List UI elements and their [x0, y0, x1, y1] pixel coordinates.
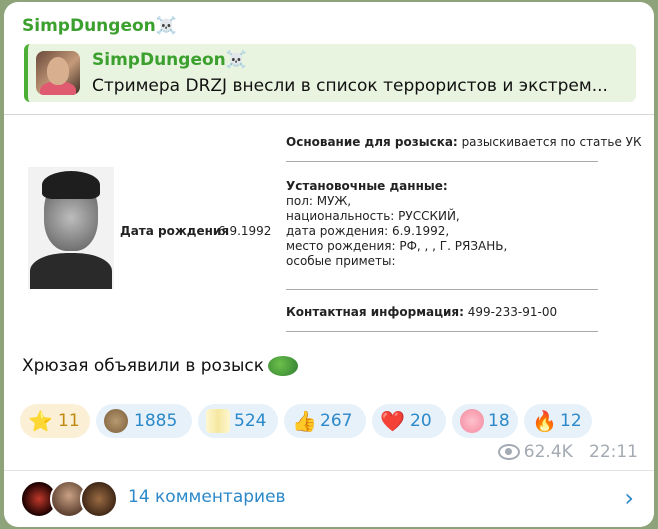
thumbs-up-icon: 👍 [292, 409, 317, 433]
wanted-document-image[interactable]: Дата рождения 6.9.1992 Основание для роз… [4, 114, 654, 347]
message-time: 22:11 [589, 442, 638, 462]
reaction-thumbs-up[interactable]: 👍 267 [284, 404, 366, 438]
commenter-avatar [80, 480, 118, 518]
divider-line [286, 289, 598, 290]
bear-sticker-icon [104, 409, 128, 433]
comments-link[interactable]: 14 комментариев [128, 487, 286, 507]
contact-value: 499-233-91-00 [467, 305, 558, 319]
reaction-count: 1885 [134, 411, 178, 431]
message-meta: 62.4K 22:11 [497, 442, 638, 462]
reaction-star[interactable]: ⭐ 11 [20, 404, 90, 438]
reaction-count: 12 [560, 411, 582, 431]
chevron-right-icon[interactable]: › [624, 484, 634, 512]
view-count: 62.4K [523, 442, 573, 462]
reaction-count: 11 [58, 411, 80, 431]
skull-icon: ☠️ [225, 50, 247, 70]
reply-title: SimpDungeon☠️ [92, 50, 247, 70]
skull-icon: ☠️ [155, 16, 177, 36]
reaction-bear[interactable]: 1885 [96, 404, 192, 438]
reaction-count: 524 [234, 411, 267, 431]
heart-icon: ❤️ [380, 409, 405, 433]
reaction-blurred[interactable]: 524 [198, 404, 278, 438]
reaction-pig[interactable]: 18 [452, 404, 518, 438]
ident-line: дата рождения: 6.9.1992, [286, 224, 450, 238]
comments-divider [4, 470, 654, 471]
channel-name[interactable]: SimpDungeon☠️ [22, 16, 177, 36]
reaction-count: 18 [488, 411, 510, 431]
basis-label: Основание для розыска: [286, 135, 458, 149]
message-bubble: SimpDungeon☠️ SimpDungeon☠️ Стримера DRZ… [4, 2, 654, 527]
fire-icon: 🔥 [532, 409, 557, 433]
reaction-heart[interactable]: ❤️ 20 [372, 404, 446, 438]
reaction-count: 267 [320, 411, 353, 431]
eye-icon [497, 444, 520, 460]
pig-sticker-icon [460, 409, 484, 433]
basis-row: Основание для розыска: разыскивается по … [286, 135, 642, 150]
divider-line [286, 331, 598, 332]
blurred-sticker-icon [206, 409, 230, 433]
divider-line [286, 161, 598, 162]
ident-line: место рождения: РФ, , , Г. РЯЗАНЬ, [286, 239, 508, 253]
basis-value: разыскивается по статье УК [461, 135, 642, 149]
ident-line: национальность: РУССКИЙ, [286, 209, 460, 223]
message-text-content: Хрюзая объявили в розыск [22, 356, 265, 376]
ident-block: Установочные данные: пол: МУЖ, националь… [286, 179, 507, 269]
dob-label: Дата рождения [120, 224, 230, 238]
reaction-count: 20 [410, 411, 432, 431]
reaction-fire[interactable]: 🔥 12 [524, 404, 592, 438]
channel-name-text[interactable]: SimpDungeon [22, 16, 156, 36]
star-icon: ⭐ [28, 409, 53, 433]
message-text: Хрюзая объявили в розыск [22, 356, 299, 376]
reply-preview[interactable]: SimpDungeon☠️ Стримера DRZJ внесли в спи… [24, 44, 636, 102]
ident-label: Установочные данные: [286, 179, 448, 193]
suspect-photo [28, 167, 114, 289]
dob-value: 6.9.1992 [218, 224, 272, 238]
ident-line: особые приметы: [286, 254, 396, 268]
contact-label: Контактная информация: [286, 305, 464, 319]
contact-row: Контактная информация: 499-233-91-00 [286, 305, 557, 320]
reply-avatar [36, 51, 80, 95]
ident-line: пол: МУЖ, [286, 194, 352, 208]
reply-text: Стримера DRZJ внесли в список террористо… [92, 76, 608, 96]
reply-title-text: SimpDungeon [92, 50, 226, 70]
pepe-emoji-icon [268, 356, 299, 376]
